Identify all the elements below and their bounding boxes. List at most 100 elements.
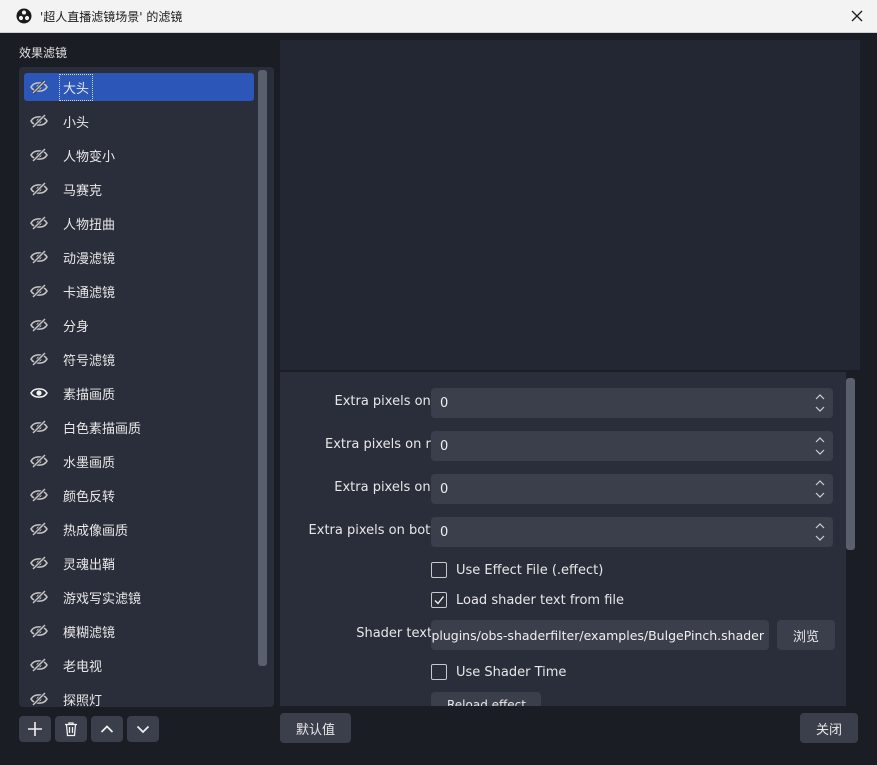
filters-section-label: 效果滤镜 <box>19 46 68 60</box>
window-bottom-edge <box>0 746 877 765</box>
use-shader-time-checkbox[interactable]: Use Shader Time <box>431 664 566 680</box>
eye-slash-icon[interactable] <box>30 420 50 434</box>
browse-button[interactable]: 浏览 <box>777 620 835 650</box>
eye-slash-icon[interactable] <box>30 488 50 502</box>
extra-left-input[interactable]: 0 <box>431 388 833 418</box>
spin-arrows-icon[interactable] <box>814 391 826 415</box>
eye-slash-icon[interactable] <box>30 284 50 298</box>
filter-item[interactable]: 热成像画质 <box>24 515 254 543</box>
eye-slash-icon[interactable] <box>30 148 50 162</box>
filter-item[interactable]: 灵魂出鞘 <box>24 549 254 577</box>
filter-item[interactable]: 大头 <box>24 73 254 101</box>
checkbox-box[interactable] <box>431 664 447 680</box>
load-shader-label: Load shader text from file <box>456 592 624 608</box>
spin-arrows-icon[interactable] <box>814 477 826 501</box>
close-icon <box>851 10 863 22</box>
filter-item-label: 白色素描画质 <box>63 421 142 437</box>
filter-item[interactable]: 颜色反转 <box>24 481 254 509</box>
filter-preview <box>280 40 860 370</box>
extra-top-value: 0 <box>440 482 449 497</box>
filter-item-label: 水墨画质 <box>63 455 116 471</box>
filter-item[interactable]: 水墨画质 <box>24 447 254 475</box>
filter-item-label: 探照灯 <box>63 693 103 708</box>
filter-item-label: 大头 <box>58 73 94 101</box>
filter-item[interactable]: 马赛克 <box>24 175 254 203</box>
filter-item-label: 卡通滤镜 <box>63 285 116 301</box>
title-bar: '超人直播滤镜场景' 的滤镜 <box>0 0 877 33</box>
eye-slash-icon[interactable] <box>30 318 50 332</box>
filter-item-label: 游戏写实滤镜 <box>63 591 142 607</box>
chevron-down-icon <box>136 725 150 734</box>
filter-item[interactable]: 游戏写实滤镜 <box>24 583 254 611</box>
chevron-up-icon <box>100 725 114 733</box>
filter-item-label: 模糊滤镜 <box>63 625 116 641</box>
filter-item-label: 小头 <box>63 115 90 131</box>
window-title: '超人直播滤镜场景' 的滤镜 <box>40 9 183 24</box>
reload-effect-label: Reload effect <box>447 698 526 706</box>
remove-filter-button[interactable] <box>55 716 87 742</box>
filter-item[interactable]: 动漫滤镜 <box>24 243 254 271</box>
filter-item-label: 老电视 <box>63 659 103 675</box>
defaults-button[interactable]: 默认值 <box>280 713 351 743</box>
filter-item-label: 分身 <box>63 319 90 335</box>
filter-item-label: 灵魂出鞘 <box>63 557 116 573</box>
extra-top-input[interactable]: 0 <box>431 474 833 504</box>
eye-slash-icon[interactable] <box>30 692 50 706</box>
extra-right-input[interactable]: 0 <box>431 431 833 461</box>
filter-item[interactable]: 人物变小 <box>24 141 254 169</box>
filter-item[interactable]: 模糊滤镜 <box>24 617 254 645</box>
add-filter-button[interactable] <box>19 716 51 742</box>
filter-item[interactable]: 人物扭曲 <box>24 209 254 237</box>
filter-item[interactable]: 素描画质 <box>24 379 254 407</box>
filter-item[interactable]: 探照灯 <box>24 685 254 707</box>
filter-item-label: 热成像画质 <box>63 523 129 539</box>
filter-item-label: 颜色反转 <box>63 489 116 505</box>
shader-file-value: -plugins/obs-shaderfilter/examples/Bulge… <box>431 628 764 643</box>
eye-slash-icon[interactable] <box>30 522 50 536</box>
eye-slash-icon[interactable] <box>30 216 50 230</box>
plus-icon <box>28 722 42 736</box>
eye-slash-icon[interactable] <box>30 250 50 264</box>
eye-slash-icon[interactable] <box>30 80 50 94</box>
eye-slash-icon[interactable] <box>30 556 50 570</box>
filter-item[interactable]: 小头 <box>24 107 254 135</box>
eye-slash-icon[interactable] <box>30 658 50 672</box>
filter-item[interactable]: 符号滤镜 <box>24 345 254 373</box>
use-shader-time-label: Use Shader Time <box>456 664 567 680</box>
filter-list[interactable]: 大头小头人物变小马赛克人物扭曲动漫滤镜卡通滤镜分身符号滤镜素描画质白色素描画质水… <box>19 67 274 707</box>
spin-arrows-icon[interactable] <box>814 434 826 458</box>
eye-slash-icon[interactable] <box>30 624 50 638</box>
checkbox-box[interactable] <box>431 562 447 578</box>
extra-bottom-input[interactable]: 0 <box>431 517 833 547</box>
filter-list-scrollbar[interactable] <box>258 70 267 666</box>
filter-item[interactable]: 分身 <box>24 311 254 339</box>
spin-arrows-icon[interactable] <box>814 520 826 544</box>
eye-slash-icon[interactable] <box>30 454 50 468</box>
trash-icon <box>65 722 77 737</box>
reload-effect-button[interactable]: Reload effect <box>431 692 541 706</box>
move-up-button[interactable] <box>91 716 123 742</box>
move-down-button[interactable] <box>127 716 159 742</box>
eye-slash-icon[interactable] <box>30 114 50 128</box>
checkbox-box[interactable] <box>431 592 447 608</box>
filter-item[interactable]: 老电视 <box>24 651 254 679</box>
eye-slash-icon[interactable] <box>30 590 50 604</box>
close-button[interactable]: 关闭 <box>800 713 858 743</box>
eye-slash-icon[interactable] <box>30 352 50 366</box>
filter-item-label: 符号滤镜 <box>63 353 116 369</box>
filter-item-label: 动漫滤镜 <box>63 251 116 267</box>
eye-slash-icon[interactable] <box>30 182 50 196</box>
eye-icon[interactable] <box>30 386 50 400</box>
extra-bottom-value: 0 <box>440 525 449 540</box>
obs-logo-icon <box>16 8 32 24</box>
window-close-button[interactable] <box>847 6 867 26</box>
load-shader-checkbox[interactable]: Load shader text from file <box>431 592 624 608</box>
use-effect-file-checkbox[interactable]: Use Effect File (.effect) <box>431 562 603 578</box>
extra-right-value: 0 <box>440 439 449 454</box>
filter-item-label: 马赛克 <box>63 183 103 199</box>
properties-scrollbar[interactable] <box>846 378 855 550</box>
filter-item[interactable]: 卡通滤镜 <box>24 277 254 305</box>
shader-file-input[interactable]: -plugins/obs-shaderfilter/examples/Bulge… <box>431 620 769 650</box>
filter-item[interactable]: 白色素描画质 <box>24 413 254 441</box>
filter-item-label: 人物扭曲 <box>63 217 116 233</box>
